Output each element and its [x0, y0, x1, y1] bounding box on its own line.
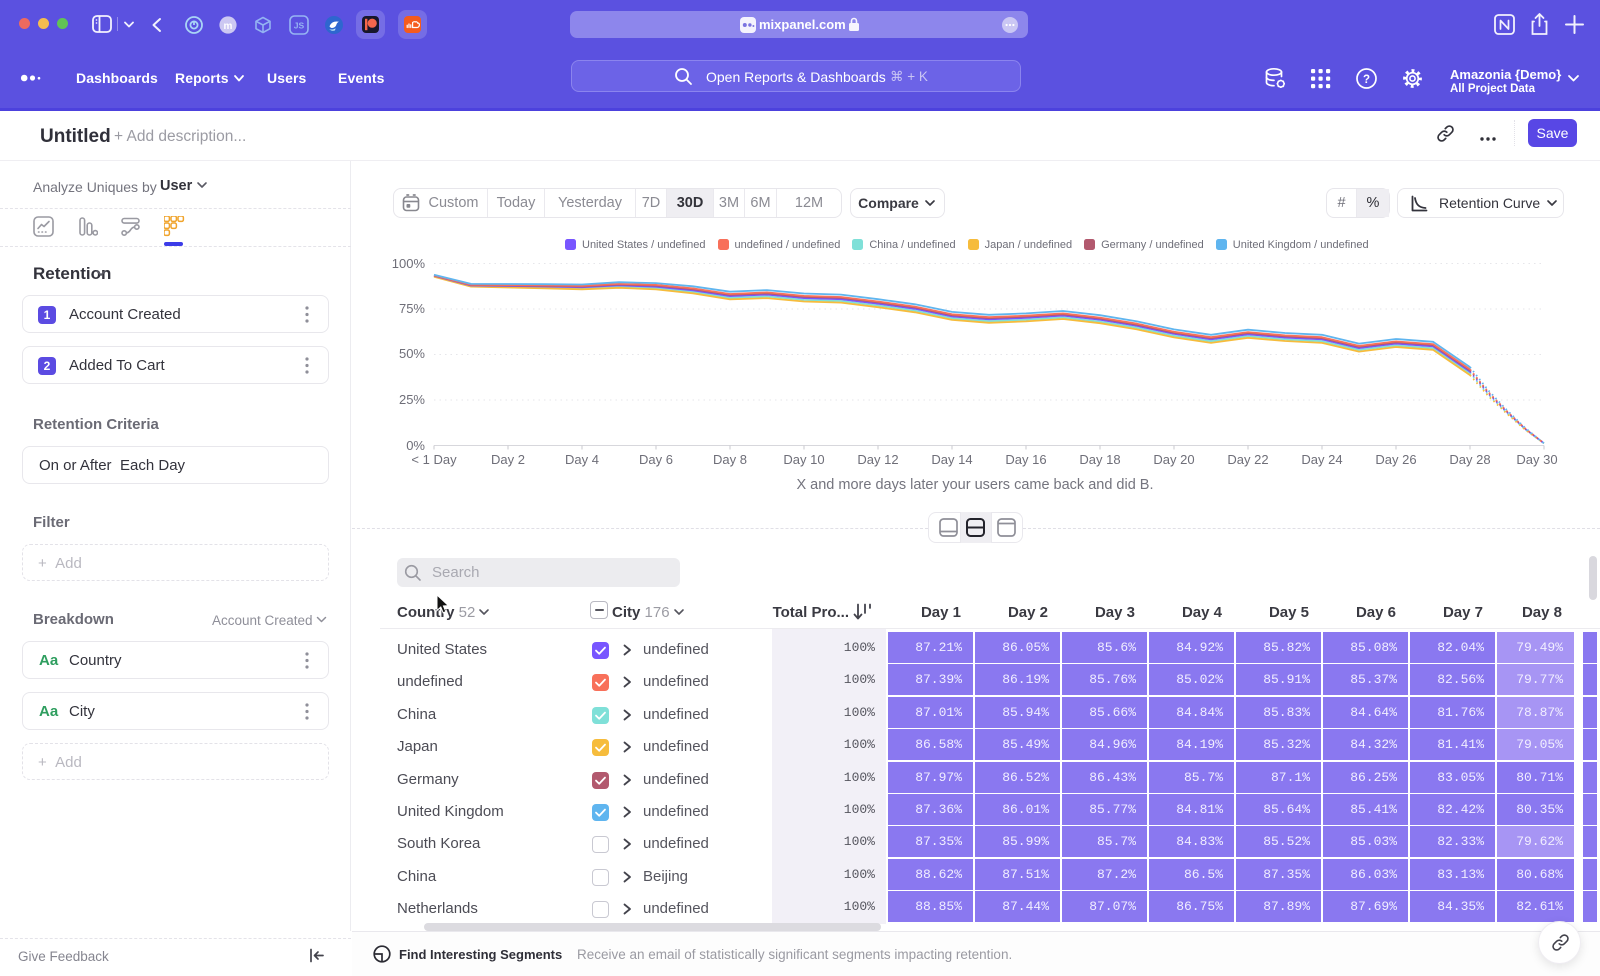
- svg-text:m: m: [224, 21, 233, 32]
- svg-text:?: ?: [1363, 74, 1370, 86]
- svg-text:JS: JS: [294, 21, 305, 31]
